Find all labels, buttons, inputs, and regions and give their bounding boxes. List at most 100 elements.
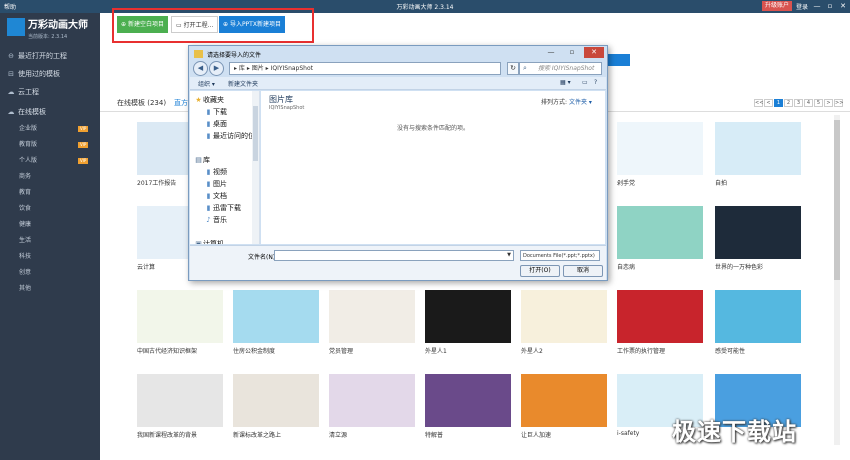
- template-card[interactable]: 外星人1: [425, 290, 511, 356]
- nav-pane-item[interactable]: ★收藏夹: [194, 94, 224, 106]
- template-card[interactable]: 世界的一万种色彩: [715, 206, 801, 272]
- page-button[interactable]: 2: [784, 99, 793, 107]
- page-button[interactable]: <<: [754, 99, 763, 107]
- category-life[interactable]: 生活: [0, 234, 100, 248]
- scrollbar-thumb[interactable]: [834, 120, 840, 280]
- organize-menu[interactable]: 组织 ▾: [198, 79, 215, 88]
- nav-pane-item[interactable]: ▮ 下载: [204, 106, 227, 118]
- nav-pane-label: 迅雷下载: [213, 204, 241, 212]
- nav-pane-item[interactable]: ▤库: [194, 154, 210, 166]
- template-card[interactable]: 中国古代经济知识框架: [137, 290, 223, 356]
- open-button[interactable]: 打开(O): [520, 265, 560, 277]
- template-card[interactable]: 我国新课程改革的背景: [137, 374, 223, 440]
- template-caption: 外星人2: [521, 348, 543, 355]
- recent-icon: ⊖: [8, 52, 14, 60]
- template-thumbnail: [617, 290, 703, 343]
- nav-pane-label: 音乐: [213, 216, 227, 224]
- template-caption: 剁手党: [617, 180, 636, 187]
- template-card[interactable]: 工作票的执行管理: [617, 290, 703, 356]
- category-health[interactable]: 健康: [0, 218, 100, 232]
- category-label: 个人版: [19, 157, 38, 164]
- file-open-dialog: 请选择要导入的文件 — ▫ ✕ ◀ ▶ ▸ 库 ▸ 图片 ▸ IQIYISnap…: [188, 45, 608, 281]
- template-card[interactable]: 清立源: [329, 374, 415, 440]
- page-button[interactable]: >>: [834, 99, 843, 107]
- nav-pane-item[interactable]: ▮ 迅雷下载: [204, 202, 241, 214]
- upgrade-account-button[interactable]: 升级账户: [762, 1, 793, 11]
- sidebar-item-recent-projects[interactable]: ⊖ 最近打开的工程: [0, 47, 100, 65]
- sidebar-item-cloud-projects[interactable]: ☁ 云工程: [0, 83, 100, 101]
- nav-pane-item[interactable]: ▣计算机: [194, 238, 224, 244]
- category-education[interactable]: 教育: [0, 186, 100, 200]
- search-input[interactable]: 搜索 IQIYISnapShot: [519, 62, 602, 75]
- preview-pane-icon[interactable]: ▭: [582, 79, 588, 86]
- template-card[interactable]: 自拍: [715, 122, 801, 188]
- tab-secondary[interactable]: 直方: [174, 98, 188, 108]
- template-card[interactable]: 新课标改革之路上: [233, 374, 319, 440]
- nav-pane-item[interactable]: ▮ 视频: [204, 166, 227, 178]
- category-education-edition[interactable]: 教育版 VIP: [0, 138, 100, 152]
- nav-pane-label: 视频: [213, 168, 227, 176]
- maximize-icon[interactable]: ▫: [825, 1, 835, 11]
- category-creative[interactable]: 创意: [0, 266, 100, 280]
- template-card[interactable]: 党员管理: [329, 290, 415, 356]
- category-enterprise[interactable]: 企业版 VIP: [0, 122, 100, 136]
- template-card[interactable]: 感受可能性: [715, 290, 801, 356]
- page-button[interactable]: >: [824, 99, 833, 107]
- page-button[interactable]: <: [764, 99, 773, 107]
- close-icon[interactable]: ✕: [838, 1, 848, 11]
- folder-icon: ★: [195, 96, 202, 104]
- category-other[interactable]: 其他: [0, 282, 100, 296]
- template-card[interactable]: 剁手党: [617, 122, 703, 188]
- sidebar-item-online-templates[interactable]: ☁ 在线模板: [0, 103, 100, 121]
- tab-online-templates[interactable]: 在线模板 (234): [117, 98, 166, 108]
- help-icon[interactable]: ?: [594, 79, 597, 86]
- search-icon: ⌕: [523, 64, 527, 72]
- back-icon[interactable]: ◀: [193, 61, 208, 76]
- category-tech[interactable]: 科技: [0, 250, 100, 264]
- nav-pane-item[interactable]: ▮ 最近访问的位: [204, 130, 255, 142]
- address-bar[interactable]: ▸ 库 ▸ 图片 ▸ IQIYISnapShot: [229, 62, 501, 75]
- filename-input[interactable]: [274, 250, 514, 261]
- nav-scrollbar-thumb[interactable]: [253, 106, 258, 161]
- view-options-icon[interactable]: ▦ ▾: [560, 79, 571, 86]
- sidebar-item-used-templates[interactable]: ⊟ 使用过的模板: [0, 65, 100, 83]
- page-button[interactable]: 1: [774, 99, 783, 107]
- template-card[interactable]: 自恋病: [617, 206, 703, 272]
- nav-pane-item[interactable]: ▮ 文档: [204, 190, 227, 202]
- dialog-minimize-icon[interactable]: —: [541, 47, 561, 58]
- nav-pane-label: 收藏夹: [203, 96, 224, 104]
- template-card[interactable]: 特解普: [425, 374, 511, 440]
- category-business[interactable]: 商务: [0, 170, 100, 184]
- nav-pane-item[interactable]: ▮ 图片: [204, 178, 227, 190]
- arrange-dropdown[interactable]: 文件夹 ▾: [569, 97, 592, 106]
- page-button[interactable]: 4: [804, 99, 813, 107]
- template-card[interactable]: 让巨人加速: [521, 374, 607, 440]
- cancel-button[interactable]: 取消: [563, 265, 603, 277]
- category-personal[interactable]: 个人版 VIP: [0, 154, 100, 168]
- arrange-label: 排列方式:: [541, 99, 568, 106]
- minimize-icon[interactable]: —: [812, 1, 822, 11]
- category-food[interactable]: 饮食: [0, 202, 100, 216]
- filetype-select[interactable]: Documents File(*.ppt;*.pptx): [520, 250, 600, 261]
- template-caption: 感受可能性: [715, 348, 746, 355]
- template-card[interactable]: 住房公积金制度: [233, 290, 319, 356]
- template-caption: 世界的一万种色彩: [715, 264, 764, 271]
- page-button[interactable]: 3: [794, 99, 803, 107]
- nav-pane-item[interactable]: ♪ 音乐: [204, 214, 227, 226]
- login-link[interactable]: 登录: [796, 2, 808, 11]
- template-caption: 特解普: [425, 432, 444, 439]
- sidebar-item-label: 在线模板: [18, 108, 46, 116]
- folder-icon: ▤: [195, 156, 202, 164]
- template-card[interactable]: 外星人2: [521, 290, 607, 356]
- nav-pane-label: 图片: [213, 180, 227, 188]
- refresh-icon[interactable]: ↻: [507, 62, 519, 75]
- page-button[interactable]: 5: [814, 99, 823, 107]
- template-thumbnail: [425, 374, 511, 427]
- dialog-maximize-icon[interactable]: ▫: [562, 47, 582, 58]
- sidebar-item-label: 云工程: [18, 88, 39, 96]
- nav-pane-item[interactable]: ▮ 桌面: [204, 118, 227, 130]
- forward-icon[interactable]: ▶: [209, 61, 224, 76]
- chevron-down-icon[interactable]: ▼: [504, 250, 514, 261]
- dialog-close-icon[interactable]: ✕: [584, 47, 604, 58]
- new-folder-button[interactable]: 新建文件夹: [228, 79, 258, 88]
